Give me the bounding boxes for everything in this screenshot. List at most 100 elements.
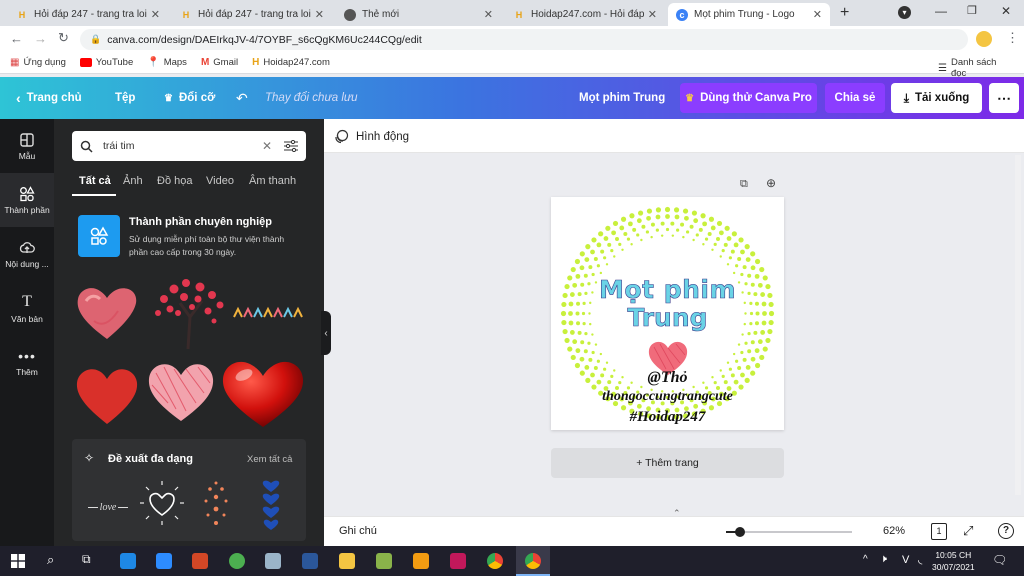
promo-title[interactable]: Thành phần chuyên nghiệp — [129, 216, 272, 228]
browser-tab[interactable]: Thẻ mới ✕ — [336, 3, 501, 26]
windows-start-icon[interactable] — [11, 554, 25, 568]
rail-item-elements[interactable]: Thành phần — [0, 173, 54, 227]
task-view-icon[interactable]: ⧉ — [82, 552, 91, 567]
powerpoint-icon[interactable] — [192, 553, 208, 569]
search-input[interactable]: trái tim — [103, 140, 262, 152]
filter-icon[interactable] — [284, 140, 298, 152]
browser-tab[interactable]: H Hỏi đáp 247 - trang tra loi ✕ — [8, 3, 168, 26]
zoom-slider-thumb[interactable] — [735, 527, 745, 537]
rail-item-templates[interactable]: Mẫu — [0, 119, 54, 173]
file-explorer-icon[interactable] — [339, 553, 355, 569]
help-icon[interactable]: ? — [998, 523, 1014, 539]
clear-icon[interactable]: ✕ — [262, 139, 272, 153]
share-button[interactable]: Chia sẻ — [825, 83, 885, 113]
canvas-scrollbar[interactable] — [1015, 155, 1021, 495]
browser-menu-icon[interactable]: ⋮ — [1006, 30, 1019, 46]
browser-tab[interactable]: H Hoidap247.com - Hỏi đáp on ✕ — [505, 3, 665, 26]
animate-button[interactable]: Hình động — [334, 129, 409, 144]
chrome-icon[interactable] — [487, 553, 503, 569]
tab-all[interactable]: Tất cả — [79, 175, 111, 187]
design-title-line2[interactable]: Trung — [551, 305, 784, 331]
tab-search-icon[interactable]: ▾ — [898, 6, 911, 19]
bookmark-hoidap[interactable]: H Hoidap247.com — [252, 57, 330, 68]
notification-icon[interactable]: 🗨 — [992, 553, 1007, 567]
resize-button[interactable]: ♛ Đổi cỡ — [164, 77, 215, 119]
notes-button[interactable]: Ghi chú — [339, 525, 377, 537]
bookmark-gmail[interactable]: M Gmail — [201, 57, 238, 68]
app-icon[interactable] — [413, 553, 429, 569]
browser-tab-active[interactable]: c Mọt phim Trung - Logo ✕ — [668, 3, 830, 26]
clock[interactable]: 10:05 CH 30/07/2021 — [932, 549, 975, 573]
extension-icon[interactable] — [976, 31, 992, 47]
duplicate-page-icon[interactable]: ⧉ — [740, 178, 748, 191]
bookmark-youtube[interactable]: YouTube — [79, 57, 133, 68]
app-icon[interactable] — [229, 553, 245, 569]
see-all-link[interactable]: Xem tất cả — [247, 454, 292, 465]
add-page-button[interactable]: + Thêm trang — [551, 448, 784, 478]
try-pro-button[interactable]: ♛ Dùng thử Canva Pro — [680, 83, 817, 113]
new-tab-button[interactable]: + — [840, 4, 849, 22]
heart-tree-result[interactable] — [150, 277, 228, 351]
bookmark-apps[interactable]: ▦ Ứng dụng — [10, 57, 66, 68]
tab-video[interactable]: Video — [206, 175, 234, 187]
undo-button[interactable]: ↶ — [236, 77, 248, 119]
tab-audio[interactable]: Âm thanh — [249, 175, 296, 187]
close-icon[interactable]: ✕ — [315, 8, 324, 21]
paint-icon[interactable] — [265, 553, 281, 569]
fullscreen-icon[interactable]: ⤢ — [963, 523, 973, 539]
restore-icon[interactable]: ❐ — [967, 4, 977, 17]
add-page-icon[interactable]: ⊕ — [766, 176, 776, 190]
reload-icon[interactable]: ↻ — [58, 30, 69, 46]
forward-icon[interactable]: → — [34, 31, 47, 46]
bookmark-maps[interactable]: 📍 Maps — [147, 57, 187, 68]
app-icon[interactable] — [376, 553, 392, 569]
design-title[interactable]: Mọt phim Trung — [579, 77, 665, 119]
search-icon[interactable]: ⌕ — [47, 552, 54, 568]
design-title-line1[interactable]: Mọt phim — [551, 277, 784, 303]
address-bar[interactable]: 🔒 canva.com/design/DAEIrkqJV-4/7OYBF_s6c… — [80, 29, 968, 50]
rail-item-more[interactable]: ••• Thêm — [0, 335, 54, 389]
search-box[interactable]: trái tim ✕ — [72, 131, 306, 161]
design-tag-line2[interactable]: #Hoidap247 — [551, 409, 784, 426]
close-icon[interactable]: ✕ — [813, 8, 822, 21]
minimize-icon[interactable]: — — [935, 4, 947, 18]
pro-elements-icon[interactable] — [78, 215, 120, 257]
tab-graphics[interactable]: Đồ họa — [157, 175, 192, 187]
rail-item-text[interactable]: T Văn bản — [0, 281, 54, 335]
heart-result[interactable] — [74, 281, 140, 343]
suggestion-heart-dots[interactable] — [196, 479, 236, 529]
browser-tab[interactable]: H Hỏi đáp 247 - trang tra loi ✕ — [172, 3, 332, 26]
suggestion-heart-outline[interactable] — [138, 479, 186, 527]
tray-chevron-icon[interactable]: ^ — [863, 554, 868, 565]
page-count-button[interactable]: 1 — [931, 523, 947, 540]
window-close-icon[interactable]: ✕ — [1001, 4, 1011, 18]
suggestion-heart-stack[interactable] — [256, 479, 286, 531]
heart-result[interactable] — [146, 359, 216, 425]
network-icon[interactable]: ◟ — [918, 553, 922, 566]
download-button[interactable]: ⤓ Tải xuống — [891, 83, 982, 113]
speaker-icon[interactable]: 🕨 — [880, 553, 887, 566]
close-icon[interactable]: ✕ — [648, 8, 657, 21]
reading-list[interactable]: ☰ Danh sách đọc — [938, 57, 1010, 79]
heart-border-result[interactable] — [232, 305, 308, 321]
design-handle[interactable]: @Thỏ — [551, 369, 784, 387]
heart-result[interactable] — [220, 357, 306, 429]
suggestion-love-script[interactable]: love — [82, 489, 134, 525]
back-icon[interactable]: ← — [10, 31, 23, 46]
zoom-app-icon[interactable] — [156, 553, 172, 569]
app-icon[interactable] — [450, 553, 466, 569]
word-icon[interactable] — [302, 553, 318, 569]
design-page[interactable]: Mọt phim Trung @Thỏ thongoccungtrangcute… — [551, 197, 784, 430]
zoom-level[interactable]: 62% — [883, 525, 905, 537]
chrome-icon[interactable] — [525, 553, 541, 569]
collapse-panel-button[interactable]: ‹ — [321, 311, 331, 355]
rail-item-uploads[interactable]: Nội dung ... — [0, 227, 54, 281]
zalo-icon[interactable] — [120, 553, 136, 569]
language-indicator[interactable]: V — [902, 554, 909, 566]
more-options-button[interactable]: ⋯ — [989, 83, 1019, 113]
file-menu[interactable]: Tệp — [115, 77, 135, 119]
design-tag-line1[interactable]: thongoccungtrangcute — [551, 389, 784, 405]
home-button[interactable]: ‹ Trang chủ — [16, 77, 82, 119]
tab-photos[interactable]: Ảnh — [123, 175, 143, 187]
zoom-slider[interactable] — [726, 527, 852, 537]
